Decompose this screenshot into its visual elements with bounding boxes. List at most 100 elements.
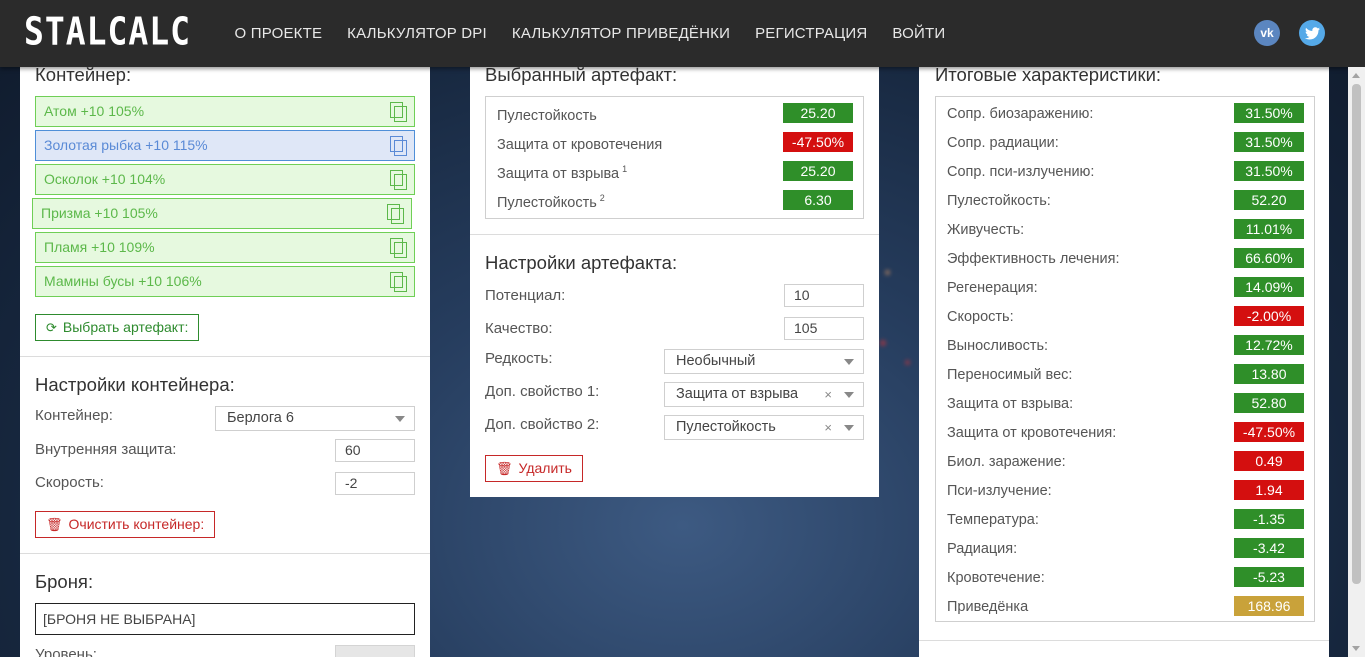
total-stat-name: Выносливость:	[947, 338, 1049, 354]
total-stat-row: Пулестойкость: 52.20	[936, 187, 1314, 216]
stat-value: 6.30	[783, 190, 853, 210]
total-stat-row: Пси-излучение: 1.94	[936, 477, 1314, 506]
slot-label: Мамины бусы +10 106%	[44, 273, 202, 289]
scroll-down-arrow-icon[interactable]	[1352, 646, 1360, 651]
container-slot-1[interactable]: Атом +10 105%	[35, 96, 415, 127]
total-stat-name: Радиация:	[947, 541, 1018, 557]
copy-icon[interactable]	[387, 204, 404, 224]
total-stat-value: -3.42	[1234, 538, 1304, 558]
container-slot-4[interactable]: Призма +10 105%	[32, 198, 412, 229]
quality-input[interactable]: 105	[784, 317, 864, 340]
nav-about[interactable]: О ПРОЕКТЕ	[222, 25, 335, 42]
total-stat-value: 31.50%	[1234, 132, 1304, 152]
total-stat-value: -1.35	[1234, 509, 1304, 529]
extra-property-2-select[interactable]: Пулестойкость ×	[664, 415, 864, 440]
copy-icon[interactable]	[390, 272, 407, 292]
copy-icon[interactable]	[390, 102, 407, 122]
slot-label: Призма +10 105%	[41, 205, 158, 221]
clear-icon[interactable]: ×	[824, 383, 832, 406]
extra-property-2-label: Доп. свойство 2:	[485, 416, 600, 433]
delete-artifact-label: Удалить	[518, 460, 572, 476]
total-stat-row: Эффективность лечения: 66.60%	[936, 245, 1314, 274]
delete-artifact-button[interactable]: 🗑 Удалить	[485, 455, 583, 482]
stat-value: -47.50%	[783, 132, 853, 152]
totals-panel: Итоговые характеристики: Сопр. биозараже…	[919, 50, 1329, 657]
stat-row: Пулестойкость 25.20	[486, 100, 863, 129]
scrollbar-thumb[interactable]	[1352, 84, 1361, 584]
background-light	[880, 340, 886, 346]
total-stat-name: Защита от взрыва:	[947, 396, 1074, 412]
total-stat-row: Сопр. биозаражению: 31.50%	[936, 100, 1314, 129]
total-stat-value: 13.80	[1234, 364, 1304, 384]
copy-icon[interactable]	[390, 136, 407, 156]
totals-stats-table: Сопр. биозаражению: 31.50% Сопр. радиации:…	[935, 96, 1315, 622]
container-speed-input[interactable]: -2	[335, 472, 415, 495]
site-logo[interactable]: STALCALC	[24, 9, 191, 54]
rarity-select[interactable]: Необычный	[664, 349, 864, 374]
total-stat-name: Переносимый вес:	[947, 367, 1073, 383]
extra-property-1-value: Защита от взрыва	[676, 386, 799, 402]
total-stat-value: 31.50%	[1234, 103, 1304, 123]
vk-icon[interactable]: vk	[1254, 20, 1280, 46]
total-stat-name: Биол. заражение:	[947, 454, 1066, 470]
copy-icon[interactable]	[390, 170, 407, 190]
nav-login[interactable]: ВОЙТИ	[880, 25, 958, 42]
twitter-icon[interactable]	[1299, 20, 1325, 46]
slot-label: Пламя +10 109%	[44, 239, 155, 255]
container-slot-6[interactable]: Мамины бусы +10 106%	[35, 266, 415, 297]
clear-icon[interactable]: ×	[824, 416, 832, 439]
total-stat-value: 1.94	[1234, 480, 1304, 500]
total-stat-row: Живучесть: 11.01%	[936, 216, 1314, 245]
total-stat-row: Температура: -1.35	[936, 506, 1314, 535]
container-slot-3[interactable]: Осколок +10 104%	[35, 164, 415, 195]
container-type-select[interactable]: Берлога 6	[215, 406, 415, 431]
twitter-bird-icon	[1304, 26, 1320, 39]
container-type-label: Контейнер:	[35, 407, 113, 424]
container-title: Контейнер:	[35, 64, 132, 85]
scroll-up-arrow-icon[interactable]	[1352, 73, 1360, 78]
stat-row: Защита от взрыва 1 25.20	[486, 158, 863, 187]
potential-input[interactable]: 10	[784, 284, 864, 307]
container-panel: Контейнер: Атом +10 105% Золотая рыбка +…	[20, 50, 430, 657]
artifact-panel: Выбранный артефакт: Пулестойкость 25.20 …	[470, 50, 879, 497]
stat-row: Пулестойкость 2 6.30	[486, 187, 863, 216]
total-stat-row: Выносливость: 12.72%	[936, 332, 1314, 361]
total-stat-name: Защита от кровотечения:	[947, 425, 1117, 441]
total-stat-row: Сопр. пси-излучению: 31.50%	[936, 158, 1314, 187]
total-stat-value: 52.80	[1234, 393, 1304, 413]
nav-register[interactable]: РЕГИСТРАЦИЯ	[743, 25, 880, 42]
chevron-down-icon	[844, 392, 854, 398]
section-divider	[20, 553, 430, 554]
nav-reduced-calculator[interactable]: КАЛЬКУЛЯТОР ПРИВЕДЁНКИ	[499, 25, 742, 42]
total-stat-value: -2.00%	[1234, 306, 1304, 326]
background-light	[905, 360, 910, 365]
copy-icon[interactable]	[390, 238, 407, 258]
section-divider	[20, 356, 430, 357]
total-stat-name: Живучесть:	[947, 222, 1025, 238]
extra-property-1-select[interactable]: Защита от взрыва ×	[664, 382, 864, 407]
total-stat-name: Сопр. биозаражению:	[947, 106, 1094, 122]
container-slot-5[interactable]: Пламя +10 109%	[35, 232, 415, 263]
page-scrollbar[interactable]	[1348, 67, 1365, 657]
quality-label: Качество:	[485, 320, 553, 337]
nav-dpi-calculator[interactable]: КАЛЬКУЛЯТОР DPI	[335, 25, 500, 42]
section-divider	[919, 640, 1329, 641]
armor-level-label: Уровень:	[35, 646, 97, 657]
total-stat-name: Эффективность лечения:	[947, 251, 1120, 267]
inner-protection-input[interactable]: 60	[335, 439, 415, 462]
total-stat-row: Регенерация: 14.09%	[936, 274, 1314, 303]
selected-artifact-stats: Пулестойкость 25.20 Защита от кровотечен…	[485, 96, 864, 219]
total-stat-row: Скорость: -2.00%	[936, 303, 1314, 332]
container-slot-2[interactable]: Золотая рыбка +10 115%	[35, 130, 415, 161]
stat-name: Защита от взрыва 1	[497, 164, 628, 182]
armor-level-input[interactable]	[335, 645, 415, 657]
rarity-label: Редкость:	[485, 350, 553, 367]
clear-container-button[interactable]: 🗑 Очистить контейнер:	[35, 511, 216, 538]
container-type-value: Берлога 6	[227, 410, 294, 426]
armor-select-field[interactable]: [БРОНЯ НЕ ВЫБРАНА]	[35, 603, 415, 635]
trash-icon: 🗑	[46, 517, 63, 532]
total-stat-row: Сопр. радиации: 31.50%	[936, 129, 1314, 158]
refresh-icon: ⟳	[46, 320, 57, 335]
select-artifact-label: Выбрать артефакт:	[62, 319, 189, 335]
select-artifact-button[interactable]: ⟳ Выбрать артефакт:	[35, 314, 200, 341]
